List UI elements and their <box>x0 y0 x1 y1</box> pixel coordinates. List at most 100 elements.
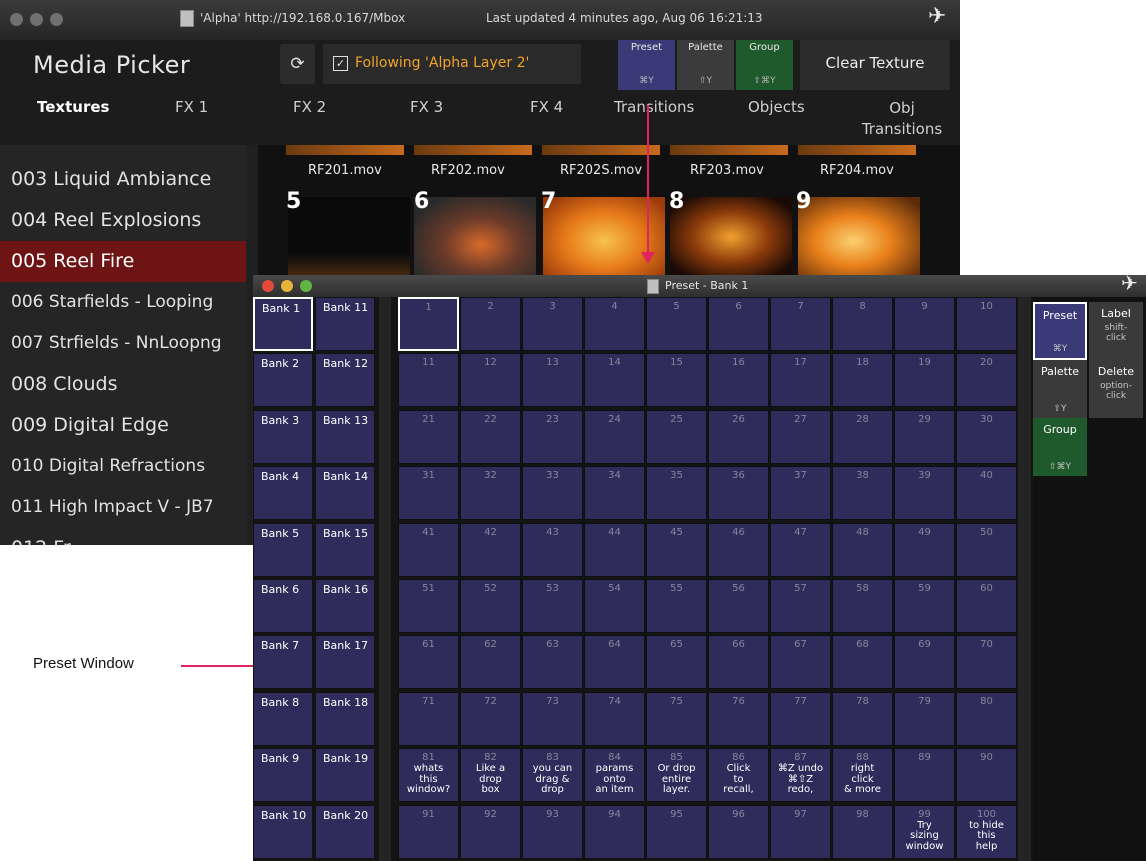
bank-button[interactable]: Bank 14 <box>315 466 375 521</box>
folder-item[interactable]: 012 Fr... <box>0 528 246 545</box>
bank-button[interactable]: Bank 11 <box>315 297 375 351</box>
palette-mode-button[interactable]: Palette ⇧Y <box>677 40 734 90</box>
texture-thumbnail[interactable] <box>288 197 410 277</box>
following-toggle[interactable]: ✓ Following 'Alpha Layer 2' <box>323 44 581 84</box>
group-mode-button[interactable]: Group ⇧⌘Y <box>736 40 793 90</box>
preset-cell[interactable]: 6 <box>708 297 769 351</box>
preset-cell[interactable]: 45 <box>646 522 707 577</box>
preset-cell[interactable]: 84 params onto an item <box>584 748 645 803</box>
preset-cell[interactable]: 57 <box>770 579 831 633</box>
preset-mode-button[interactable]: Preset ⌘Y <box>618 40 675 90</box>
preset-cell[interactable]: 75 <box>646 691 707 746</box>
preset-cell[interactable]: 97 <box>770 804 831 859</box>
label-button[interactable]: Label shift- click <box>1089 302 1143 360</box>
preset-cell[interactable]: 48 <box>832 522 893 577</box>
bank-button[interactable]: Bank 13 <box>315 409 375 464</box>
group-button[interactable]: Group ⇧⌘Y <box>1033 418 1087 476</box>
bank-button[interactable]: Bank 7 <box>253 635 313 690</box>
preset-cell[interactable]: 50 <box>956 522 1017 577</box>
preset-cell[interactable]: 32 <box>460 466 521 521</box>
preset-cell[interactable]: 43 <box>522 522 583 577</box>
preset-cell[interactable]: 35 <box>646 466 707 521</box>
preset-cell[interactable]: 60 <box>956 579 1017 633</box>
preset-cell[interactable]: 80 <box>956 691 1017 746</box>
preset-cell[interactable]: 2 <box>460 297 521 351</box>
minimize-button[interactable] <box>281 280 293 292</box>
following-checkbox[interactable]: ✓ <box>333 56 348 71</box>
bank-button[interactable]: Bank 8 <box>253 691 313 746</box>
close-dot[interactable] <box>10 13 23 26</box>
preset-cell[interactable]: 29 <box>894 409 955 464</box>
grid-scrollbar[interactable] <box>1018 297 1031 861</box>
preset-cell[interactable]: 90 <box>956 748 1017 803</box>
preset-cell[interactable]: 19 <box>894 353 955 408</box>
bank-button[interactable]: Bank 17 <box>315 635 375 690</box>
pin-icon[interactable]: ✈ <box>928 4 946 29</box>
preset-cell[interactable]: 55 <box>646 579 707 633</box>
bank-button[interactable]: Bank 3 <box>253 409 313 464</box>
preset-cell[interactable]: 1 <box>398 297 459 351</box>
tab-transitions[interactable]: Transitions <box>614 98 694 116</box>
folder-item[interactable]: 006 Starfields - Looping <box>0 282 246 323</box>
preset-cell[interactable]: 8 <box>832 297 893 351</box>
preset-cell[interactable]: 65 <box>646 635 707 690</box>
preset-cell[interactable]: 83 you can drag & drop <box>522 748 583 803</box>
delete-button[interactable]: Delete option- click <box>1089 360 1143 418</box>
preset-cell[interactable]: 12 <box>460 353 521 408</box>
preset-cell[interactable]: 13 <box>522 353 583 408</box>
preset-cell[interactable]: 51 <box>398 579 459 633</box>
tab-fx4[interactable]: FX 4 <box>530 98 563 116</box>
preset-cell[interactable]: 93 <box>522 804 583 859</box>
bank-button[interactable]: Bank 5 <box>253 522 313 577</box>
preset-cell[interactable]: 74 <box>584 691 645 746</box>
preset-cell[interactable]: 100 to hide this help <box>956 804 1017 859</box>
preset-cell[interactable]: 78 <box>832 691 893 746</box>
bank-button[interactable]: Bank 18 <box>315 691 375 746</box>
folder-item[interactable]: 010 Digital Refractions <box>0 446 246 487</box>
preset-cell[interactable]: 61 <box>398 635 459 690</box>
clear-texture-button[interactable]: Clear Texture <box>800 40 950 90</box>
preset-cell[interactable]: 52 <box>460 579 521 633</box>
folder-item-selected[interactable]: 005 Reel Fire <box>0 241 246 282</box>
preset-cell[interactable]: 23 <box>522 409 583 464</box>
preset-cell[interactable]: 10 <box>956 297 1017 351</box>
preset-cell[interactable]: 41 <box>398 522 459 577</box>
preset-cell[interactable]: 81 whats this window? <box>398 748 459 803</box>
preset-cell[interactable]: 56 <box>708 579 769 633</box>
preset-cell[interactable]: 31 <box>398 466 459 521</box>
folder-item[interactable]: 007 Strfields - NnLoopng <box>0 323 246 364</box>
preset-cell[interactable]: 15 <box>646 353 707 408</box>
preset-cell[interactable]: 24 <box>584 409 645 464</box>
preset-cell[interactable]: 30 <box>956 409 1017 464</box>
bank-button[interactable]: Bank 9 <box>253 748 313 803</box>
bank-button[interactable]: Bank 20 <box>315 804 375 859</box>
tab-fx3[interactable]: FX 3 <box>410 98 443 116</box>
preset-cell[interactable]: 54 <box>584 579 645 633</box>
preset-cell[interactable]: 33 <box>522 466 583 521</box>
preset-cell[interactable]: 11 <box>398 353 459 408</box>
preset-cell[interactable]: 40 <box>956 466 1017 521</box>
preset-cell[interactable]: 79 <box>894 691 955 746</box>
bank-button[interactable]: Bank 1 <box>253 297 313 351</box>
preset-cell[interactable]: 77 <box>770 691 831 746</box>
pin-icon[interactable]: ✈ <box>1121 275 1138 295</box>
texture-thumbnail[interactable] <box>798 197 920 277</box>
texture-thumbnail[interactable] <box>414 197 536 277</box>
preset-cell[interactable]: 49 <box>894 522 955 577</box>
bank-button[interactable]: Bank 19 <box>315 748 375 803</box>
tab-fx2[interactable]: FX 2 <box>293 98 326 116</box>
preset-cell[interactable]: 44 <box>584 522 645 577</box>
preset-cell[interactable]: 34 <box>584 466 645 521</box>
preset-cell[interactable]: 72 <box>460 691 521 746</box>
tab-textures[interactable]: Textures <box>37 98 109 116</box>
preset-cell[interactable]: 39 <box>894 466 955 521</box>
folder-item[interactable]: 004 Reel Explosions <box>0 200 246 241</box>
preset-cell[interactable]: 20 <box>956 353 1017 408</box>
preset-cell[interactable]: 82 Like a drop box <box>460 748 521 803</box>
preset-cell[interactable]: 7 <box>770 297 831 351</box>
preset-button[interactable]: Preset ⌘Y <box>1033 302 1087 360</box>
refresh-button[interactable]: ⟳ <box>280 44 315 84</box>
preset-cell[interactable]: 85 Or drop entire layer. <box>646 748 707 803</box>
preset-cell[interactable]: 5 <box>646 297 707 351</box>
close-button[interactable] <box>262 280 274 292</box>
